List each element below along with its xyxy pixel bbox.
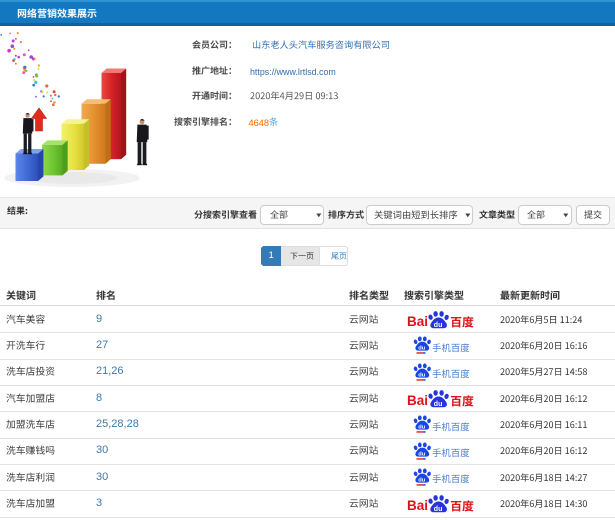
svg-text:Bai: Bai — [407, 498, 428, 513]
svg-text:Bai: Bai — [407, 314, 428, 329]
svg-text:du: du — [418, 346, 426, 352]
svg-text:du: du — [433, 506, 442, 513]
svg-text:Bai: Bai — [407, 393, 428, 408]
svg-text:du: du — [418, 372, 426, 378]
svg-text:du: du — [418, 478, 426, 484]
svg-text:du: du — [433, 322, 442, 329]
svg-text:du: du — [418, 425, 426, 431]
svg-text:du: du — [418, 451, 426, 457]
svg-text:du: du — [433, 401, 442, 408]
